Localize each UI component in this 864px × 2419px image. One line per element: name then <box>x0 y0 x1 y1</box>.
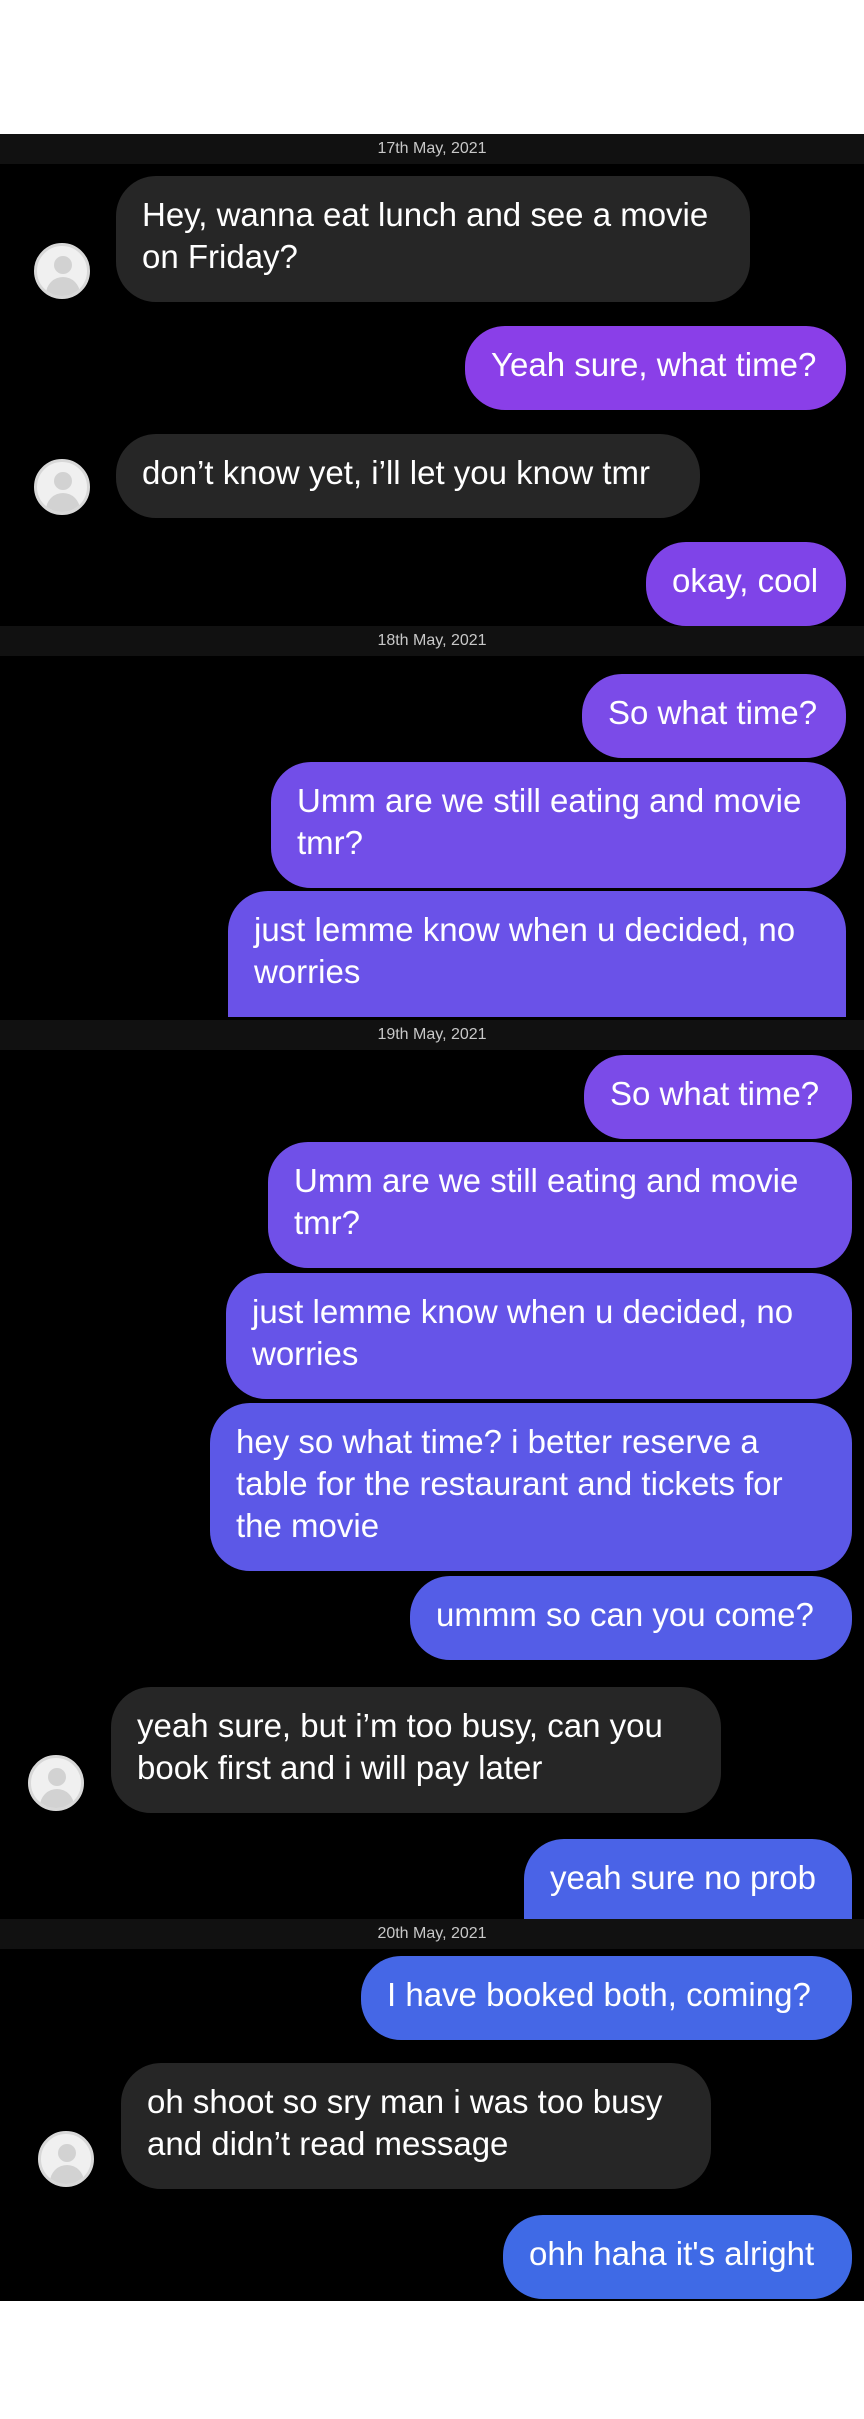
user-avatar-icon[interactable] <box>34 459 90 515</box>
incoming-message[interactable]: yeah sure, but i’m too busy, can you boo… <box>111 1687 721 1813</box>
user-avatar-icon[interactable] <box>34 243 90 299</box>
incoming-message[interactable]: oh shoot so sry man i was too busy and d… <box>121 2063 711 2189</box>
outgoing-message[interactable]: Umm are we still eating and movie tmr? <box>271 762 846 888</box>
date-separator: 18th May, 2021 <box>0 626 864 656</box>
outgoing-message[interactable]: I have booked both, coming? <box>361 1956 852 2040</box>
incoming-message[interactable]: Hey, wanna eat lunch and see a movie on … <box>116 176 750 302</box>
outgoing-message[interactable]: just lemme know when u decided, no worri… <box>226 1273 852 1399</box>
outgoing-message[interactable]: Yeah sure, what time? <box>465 326 846 410</box>
outgoing-message[interactable]: yeah sure no prob <box>524 1839 852 1919</box>
outgoing-message[interactable]: hey so what time? i better reserve a tab… <box>210 1403 852 1571</box>
date-separator: 19th May, 2021 <box>0 1020 864 1050</box>
chat-thread: 17th May, 2021 Hey, wanna eat lunch and … <box>0 134 864 2301</box>
outgoing-message[interactable]: just lemme know when u decided, no worri… <box>228 891 846 1017</box>
outgoing-message[interactable]: ummm so can you come? <box>410 1576 852 1660</box>
date-separator: 20th May, 2021 <box>0 1919 864 1949</box>
user-avatar-icon[interactable] <box>38 2131 94 2187</box>
outgoing-message[interactable]: okay, cool <box>646 542 846 626</box>
user-avatar-icon[interactable] <box>28 1755 84 1811</box>
outgoing-message[interactable]: So what time? <box>582 674 846 758</box>
date-separator: 17th May, 2021 <box>0 134 864 164</box>
incoming-message[interactable]: don’t know yet, i’ll let you know tmr <box>116 434 700 518</box>
outgoing-message[interactable]: So what time? <box>584 1055 852 1139</box>
outgoing-message[interactable]: Umm are we still eating and movie tmr? <box>268 1142 852 1268</box>
outgoing-message[interactable]: ohh haha it's alright <box>503 2215 852 2299</box>
